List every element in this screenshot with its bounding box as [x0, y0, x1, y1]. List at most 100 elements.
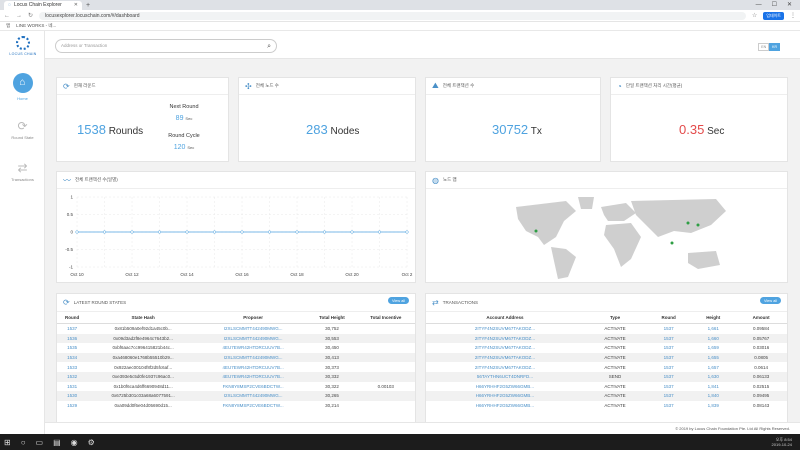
close-window-icon[interactable]: ✕ — [787, 1, 792, 10]
table-cell[interactable]: 1537 — [646, 371, 692, 382]
search-input[interactable]: Address or Transaction ⌕ — [55, 39, 277, 53]
table-cell[interactable]: 1532 — [57, 371, 88, 382]
table-cell[interactable]: 1,839 — [691, 401, 735, 411]
table-cell[interactable]: 2ITYF4N2SUVM67TAKODZ... — [426, 352, 584, 363]
table-cell[interactable]: 1536 — [57, 333, 88, 344]
table-cell[interactable]: 2ITYF4N2SUVM67TAKODZ... — [426, 333, 584, 344]
table-row[interactable]: 1531 0x1b0f6ca4d6ff6690948d11... FKN8Y8MSP… — [57, 382, 415, 392]
table-cell[interactable]: 1537 — [646, 382, 691, 392]
column-header[interactable]: State Hash — [87, 312, 199, 324]
table-cell[interactable]: FKN8Y8MSP2CVE6BDCTW... — [199, 401, 307, 411]
table-row[interactable]: H66YRHHF2G5ZW66GMB... ACTIVATE 1537 1,841 0.… — [426, 382, 787, 392]
table-cell[interactable]: 4EU7EWR42HTDRCUUV7B... — [199, 371, 308, 382]
table-cell[interactable]: H66YRHHF2G5ZW66GMB... — [426, 391, 584, 401]
table-cell[interactable]: 1537 — [646, 362, 691, 372]
sidebar-item-round-state[interactable]: ⟳ Round State — [0, 119, 45, 140]
bookmark-star-icon[interactable]: ☆ — [752, 12, 757, 19]
close-tab-icon[interactable]: ✕ — [74, 1, 78, 10]
table-cell[interactable]: 1537 — [646, 401, 691, 411]
table-cell[interactable]: 4EU7EWR42HTDRCUUV7B... — [199, 362, 307, 372]
system-tray[interactable]: 오후 8:54 2019-10-24 — [772, 437, 800, 447]
folder-icon[interactable]: ▤ — [53, 438, 61, 447]
chrome-icon[interactable]: ◉ — [71, 438, 78, 447]
transactions-view-all-button[interactable]: View all — [759, 297, 781, 304]
new-tab-button[interactable]: + — [86, 1, 90, 10]
forward-icon[interactable]: → — [16, 13, 22, 19]
table-row[interactable]: 1536 0x09d3ad2f8e4964c7643b2... I2XLSCMMTT… — [57, 333, 415, 344]
table-cell[interactable]: I2XLSCMMTT442490MWG... — [199, 324, 307, 334]
table-row[interactable]: 1530 0x6725b301c03a68a6077591... I2XLSCMMT… — [57, 391, 415, 401]
address-bar[interactable]: locusexplorer.locuschain.com/#/dashboard — [39, 11, 746, 20]
menu-icon[interactable]: ⋮ — [790, 12, 796, 19]
table-cell[interactable]: 1530 — [57, 391, 88, 401]
logo[interactable]: LOCUS CHAIN — [9, 36, 37, 56]
table-cell[interactable]: 2ITYF4N2SUVM67TAKODZ... — [426, 343, 584, 353]
column-header[interactable]: Height — [691, 312, 736, 324]
table-cell[interactable]: 1,630 — [691, 371, 736, 382]
browser-tab[interactable]: ◌ Locus Chain Explorer ✕ — [4, 1, 82, 10]
table-cell[interactable]: H66YRHHF2G5ZW66GMB... — [426, 382, 584, 392]
column-header[interactable]: Type — [583, 312, 647, 324]
sidebar-item-home[interactable]: ⌂ Home — [0, 73, 45, 101]
table-cell[interactable]: 1537 — [57, 324, 87, 334]
bookmark-apps[interactable]: 앱 — [6, 23, 10, 29]
column-header[interactable]: Account Address — [426, 312, 584, 324]
table-row[interactable]: 2ITYF4N2SUVM67TAKODZ... ACTIVATE 1537 1,655… — [426, 352, 787, 363]
column-header[interactable]: Round — [57, 312, 88, 324]
table-cell[interactable]: 1537 — [646, 343, 691, 353]
table-cell[interactable]: 1,660 — [691, 333, 736, 344]
lang-en-button[interactable]: EN — [758, 43, 770, 51]
table-row[interactable]: H66YRHHF2G5ZW66GMB... ACTIVATE 1537 1,840 0.… — [426, 391, 787, 401]
task-view-icon[interactable]: ▭ — [36, 438, 44, 447]
settings-icon[interactable]: ⚙ — [88, 438, 95, 447]
table-cell[interactable]: 1533 — [57, 362, 87, 372]
search-icon[interactable]: ⌕ — [267, 41, 271, 53]
lang-kr-button[interactable]: KR — [769, 43, 780, 51]
table-cell[interactable]: I2XLSCMMTT442490MWG... — [199, 352, 308, 363]
table-cell[interactable]: 1,840 — [691, 391, 736, 401]
column-header[interactable]: Total Height — [307, 312, 357, 324]
table-cell[interactable]: 1,659 — [691, 343, 735, 353]
table-cell[interactable]: 4EU7EWR42HTDRCUUV7B... — [199, 343, 307, 353]
table-cell[interactable]: 1,657 — [691, 362, 735, 372]
table-cell[interactable]: FKN8Y8MSP2CVE6BDCTW... — [199, 382, 307, 392]
table-cell[interactable]: 2ITYF4N2SUVM67TAKODZ... — [426, 362, 584, 372]
table-cell[interactable]: 1534 — [57, 352, 88, 363]
table-row[interactable]: 2ITYF4N2SUVM67TAKODZ... ACTIVATE 1537 1,659… — [426, 343, 787, 353]
table-row[interactable]: 1537 0x81b509a0ef92d1a45c0b... I2XLSCMMTT4… — [57, 324, 415, 334]
table-cell[interactable]: 1531 — [57, 382, 87, 392]
windows-start-icon[interactable]: ⊞ — [4, 438, 11, 447]
table-cell[interactable]: 1537 — [646, 391, 692, 401]
minimize-icon[interactable]: — — [756, 1, 762, 10]
table-row[interactable]: 1532 0xe393e5c5d0fe1937c96ac0... 4EU7EWR42… — [57, 371, 415, 382]
table-row[interactable]: 1533 0x922aec00104f8f2d5fc6af... 4EU7EWR42… — [57, 362, 415, 372]
update-button[interactable]: 업데이트 — [763, 11, 784, 20]
table-cell[interactable]: H66YRHHF2G5ZW66GMB... — [426, 401, 584, 411]
table-cell[interactable]: 2ITYF4N2SUVM67TAKODZ... — [426, 324, 584, 334]
sidebar-item-transactions[interactable]: ⇄ Transactions — [0, 161, 45, 182]
table-row[interactable]: 56TAYTHN6UCT4DNRFD... SEND 1537 1,630 0.0613… — [426, 371, 787, 382]
table-cell[interactable]: 1,841 — [691, 382, 735, 392]
column-header[interactable]: Proposer — [199, 312, 308, 324]
table-cell[interactable]: 1537 — [646, 352, 692, 363]
round-states-view-all-button[interactable]: View all — [387, 297, 409, 304]
column-header[interactable]: Total Incentive — [356, 312, 415, 324]
search-icon[interactable]: ○ — [21, 438, 26, 447]
table-row[interactable]: 2ITYF4N2SUVM67TAKODZ... ACTIVATE 1537 1,657… — [426, 362, 787, 372]
table-row[interactable]: 2ITYF4N2SUVM67TAKODZ... ACTIVATE 1537 1,660… — [426, 333, 787, 344]
table-cell[interactable]: 1537 — [646, 333, 692, 344]
table-row[interactable]: 1535 0xbf6aac7cc996415821b44c... 4EU7EWR42… — [57, 343, 415, 353]
table-row[interactable]: 1529 0xa09dd0f6e04d05690d15... FKN8Y8MSP2C… — [57, 401, 415, 411]
table-row[interactable]: 2ITYF4N2SUVM67TAKODZ... ACTIVATE 1537 1,661… — [426, 324, 787, 334]
reload-icon[interactable]: ↻ — [28, 12, 33, 19]
table-row[interactable]: 1534 0xa468060e1768b55510b29... I2XLSCMMTT… — [57, 352, 415, 363]
column-header[interactable]: Amount — [735, 312, 787, 324]
table-cell[interactable]: I2XLSCMMTT442490MWG... — [199, 391, 308, 401]
table-cell[interactable]: I2XLSCMMTT442490MWG... — [199, 333, 308, 344]
column-header[interactable]: Round — [646, 312, 692, 324]
table-cell[interactable]: 1,661 — [691, 324, 735, 334]
back-icon[interactable]: ← — [4, 13, 10, 19]
maximize-icon[interactable]: ☐ — [772, 1, 777, 10]
table-cell[interactable]: 1537 — [646, 324, 691, 334]
table-cell[interactable]: 1529 — [57, 401, 87, 411]
